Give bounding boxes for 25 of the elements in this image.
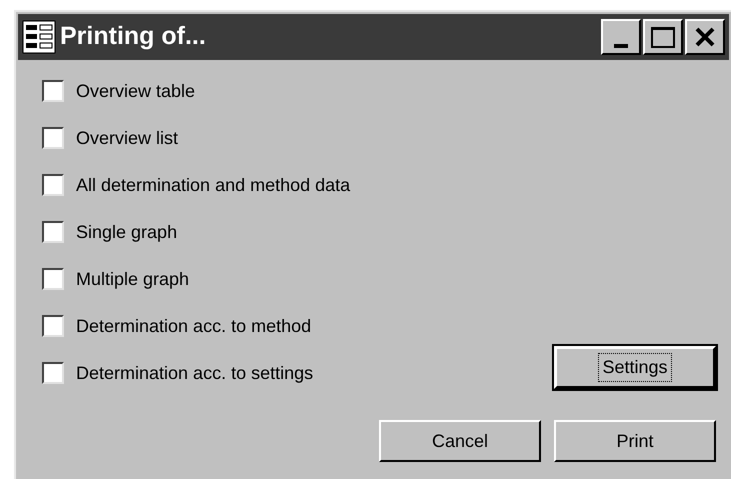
checkbox-label: All determination and method data xyxy=(76,174,350,196)
checkbox[interactable] xyxy=(42,268,64,290)
dialog-button[interactable]: Settings xyxy=(554,346,716,389)
dialog-button[interactable]: Cancel xyxy=(379,420,541,462)
checkbox[interactable] xyxy=(42,221,64,243)
table-icon xyxy=(22,20,56,54)
minimize-icon xyxy=(614,44,628,48)
checkbox-label: Multiple graph xyxy=(76,268,190,291)
maximize-icon xyxy=(651,26,675,48)
close-icon xyxy=(695,27,715,47)
checkbox[interactable] xyxy=(42,315,64,337)
maximize-button[interactable] xyxy=(643,19,683,55)
checkbox[interactable] xyxy=(42,80,64,102)
window-title: Printing of... xyxy=(60,21,207,52)
checkbox[interactable] xyxy=(42,127,64,149)
close-button[interactable] xyxy=(685,19,725,55)
checkbox-label: Overview list xyxy=(76,126,178,150)
checkbox-label: Single graph xyxy=(76,220,178,244)
checkbox-label: Determination acc. to settings xyxy=(76,362,314,385)
minimize-button[interactable] xyxy=(601,19,641,55)
checkbox-label: Determination acc. to method xyxy=(76,314,312,338)
checkbox-label: Overview table xyxy=(76,80,196,102)
dialog-button[interactable]: Print xyxy=(554,420,716,462)
checkbox[interactable] xyxy=(42,362,64,384)
checkbox[interactable] xyxy=(42,174,64,196)
